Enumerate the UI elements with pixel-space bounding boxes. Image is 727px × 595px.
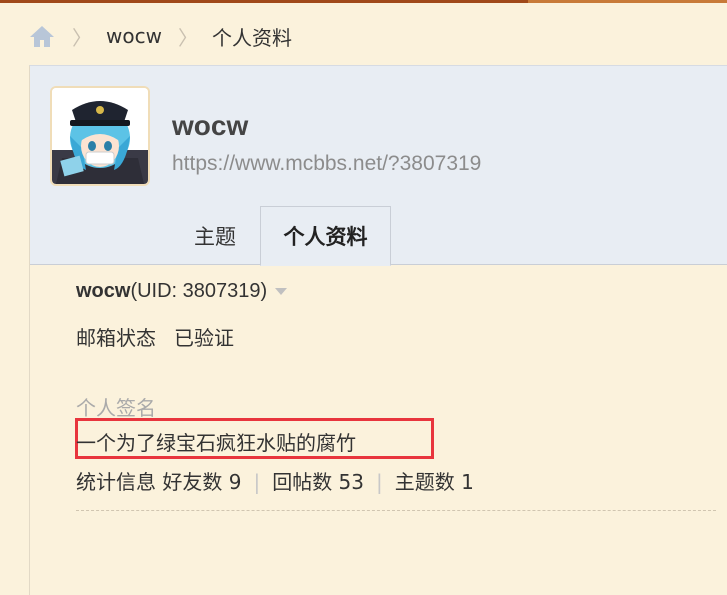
email-status-value: 已验证 <box>174 326 234 350</box>
stats-divider: | <box>253 470 261 494</box>
breadcrumb-separator: 〉 <box>177 25 198 50</box>
breadcrumb: 〉 wocw 〉 个人资料 <box>28 20 292 52</box>
avatar[interactable] <box>50 86 150 186</box>
stats-line: 统计信息 好友数 9 | 回帖数 53 | 主题数 1 <box>76 466 474 495</box>
top-accent-bar <box>0 0 727 3</box>
stats-divider: | <box>376 470 383 494</box>
tab-topics[interactable]: 主题 <box>170 206 260 266</box>
divider <box>76 510 716 511</box>
breadcrumb-user[interactable]: wocw <box>106 24 162 48</box>
profile-username: wocw <box>172 110 249 141</box>
breadcrumb-separator: 〉 <box>72 25 92 50</box>
home-icon[interactable] <box>28 24 56 48</box>
profile-name: wocw <box>76 280 131 302</box>
signature-label: 个人签名 <box>76 396 156 420</box>
stats-label: 统计信息 <box>76 470 156 494</box>
profile-url[interactable]: https://www.mcbbs.net/?3807319 <box>172 152 481 176</box>
chevron-down-icon[interactable] <box>275 288 288 296</box>
stats-replies[interactable]: 回帖数 53 <box>272 470 364 494</box>
email-status-label: 邮箱状态 <box>76 326 156 350</box>
uid-line: wocw(UID: 3807319) <box>76 280 288 303</box>
stats-threads[interactable]: 主题数 1 <box>395 470 474 494</box>
tab-profile[interactable]: 个人资料 <box>260 206 391 266</box>
email-status: 邮箱状态 已验证 <box>76 322 234 351</box>
breadcrumb-profile[interactable]: 个人资料 <box>212 22 292 51</box>
profile-header: wocw https://www.mcbbs.net/?3807319 主题 个… <box>30 66 727 266</box>
signature-text: 一个为了绿宝石疯狂水贴的腐竹 <box>76 431 356 455</box>
stats-friends[interactable]: 好友数 9 <box>162 470 241 494</box>
profile-uid: (UID: 3807319) <box>130 280 268 302</box>
